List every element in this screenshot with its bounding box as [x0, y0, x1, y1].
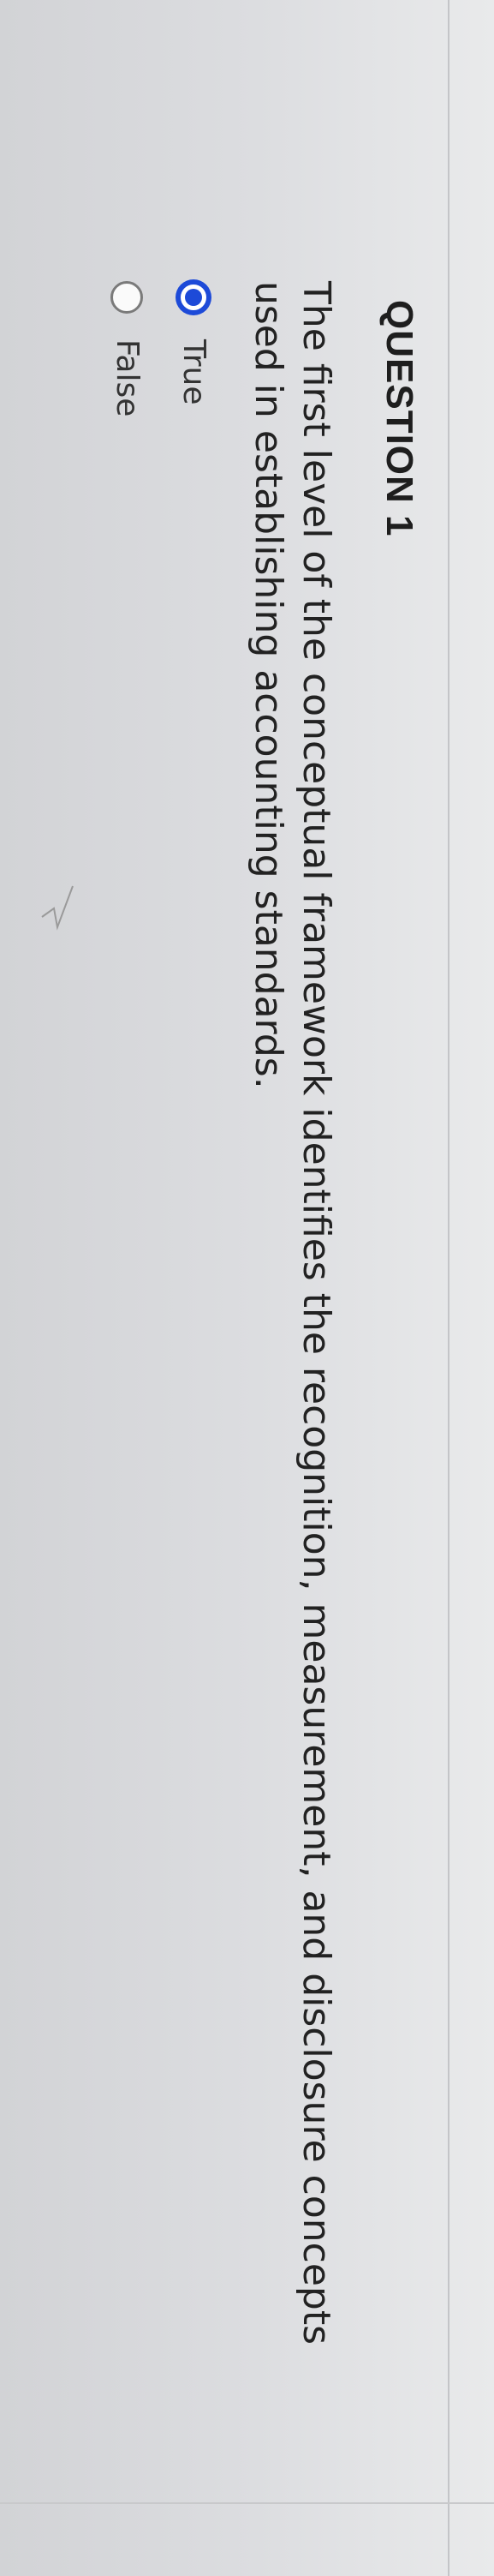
- radio-false[interactable]: [110, 281, 144, 314]
- option-true-label: True: [176, 339, 211, 405]
- question-panel: QUESTION 1 The first level of the concep…: [0, 0, 494, 2576]
- question-title: QUESTION 1: [378, 300, 420, 537]
- cursor-icon: [41, 885, 74, 931]
- radio-true[interactable]: [177, 281, 211, 314]
- option-false-label: False: [110, 339, 145, 417]
- question-text: The first level of the conceptual framew…: [247, 281, 338, 2345]
- option-false[interactable]: False: [110, 281, 145, 416]
- option-true[interactable]: True: [176, 281, 211, 404]
- radio-dot: [185, 289, 203, 306]
